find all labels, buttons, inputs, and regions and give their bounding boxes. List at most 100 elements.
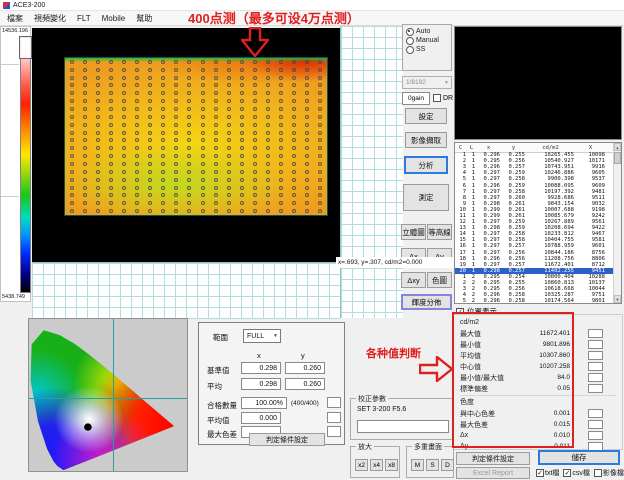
cie-chromaticity-panel[interactable] [28,318,188,472]
colormap-button[interactable]: 色圖 [427,272,452,288]
measure-point [201,209,205,213]
measure-point [148,193,152,197]
stat-row: 最大色差0.015 [454,419,622,430]
measure-point [214,138,218,142]
measure-point [305,178,309,182]
image-capture-button[interactable]: 影像擷取 [405,132,447,148]
average-x-field[interactable]: 0.298 [241,378,281,390]
multi-D-button[interactable]: D [441,459,454,471]
cie-crosshair-vertical [113,319,114,471]
stat-label: Δx [460,432,522,439]
color-scale-handle[interactable] [19,36,32,59]
measure-point [161,107,165,111]
table-cell: 10743.951 [527,164,576,170]
average-y-field[interactable]: 0.260 [285,378,325,390]
measure-point [161,162,165,166]
stat-indicator-box [588,373,603,382]
stat-row: 最小值/最大值84.0 [454,372,622,383]
measure-point [122,123,126,127]
measure-point [174,83,178,87]
table-cell: 0.258 [502,231,527,237]
measure-point [161,146,165,150]
file-check-csv檔[interactable]: ✓csv檔 [563,468,590,478]
zoom-x4-button[interactable]: x4 [370,459,383,471]
zoom-x2-button[interactable]: x2 [355,459,368,471]
stereo-view-button[interactable]: 立體圖 [401,224,426,240]
shutter-select[interactable]: 1/8192 ▼ [402,76,452,89]
table-scrollbar[interactable]: ▲ ▼ [613,143,621,303]
measure-button[interactable]: 測定 [403,184,449,211]
menu-item[interactable]: Mobile [102,14,126,23]
multi-S-button[interactable]: S [426,459,439,471]
dr-checkbox[interactable]: DR [433,94,453,102]
cursor-status: x=.693, y=.307, cd/m2=0.000 [336,257,454,268]
measure-point [96,60,100,64]
measure-point [83,186,87,190]
measure-point [253,123,257,127]
save-button[interactable]: 儲存 [538,450,620,465]
reference-x-field[interactable]: 0.298 [241,362,281,374]
range-select[interactable]: FULL ▼ [243,329,281,343]
scroll-up-icon[interactable]: ▲ [614,143,621,151]
delta-xy-button[interactable]: Δxy [401,272,426,288]
zoom-x8-button[interactable]: x8 [385,459,398,471]
mode-radio-manual[interactable]: Manual [406,36,451,45]
table-cell: 0.297 [477,243,502,249]
measure-point [135,83,139,87]
table-row[interactable]: 520.2960.25810174.5649801 [455,298,613,303]
table-cell: 10800.404 [527,274,576,280]
measure-point [214,154,218,158]
measure-point [318,209,322,213]
mode-radio-auto[interactable]: Auto [406,27,451,36]
reference-y-field[interactable]: 0.260 [285,362,325,374]
table-header-cell: L [468,145,477,151]
excel-report-button[interactable]: Excel Report [456,467,530,479]
measure-point [96,154,100,158]
file-check-label: 影像檔 [603,468,624,478]
mode-radio-ss[interactable]: SS [406,45,451,54]
measure-point [318,201,322,205]
measure-point [96,76,100,80]
luminance-distribution-button[interactable]: 輝度分佈 [401,294,452,310]
measure-point [174,107,178,111]
measure-point [292,162,296,166]
settings-button[interactable]: 設定 [405,108,447,124]
menu-item[interactable]: FLT [77,14,91,23]
stat-indicator-box [588,431,603,440]
luminance-heatmap[interactable] [65,58,327,215]
menu-item[interactable]: 檔案 [7,13,23,24]
table-cell: 9032 [576,201,607,207]
judge-condition-button[interactable]: 判定條件設定 [456,452,530,465]
capture-mode-group: AutoManualSS [402,24,452,71]
table-cell: 10007.688 [527,207,576,213]
measure-point [305,99,309,103]
measure-point [70,146,74,150]
scroll-thumb[interactable] [614,152,621,164]
menu-item[interactable]: 幫助 [136,13,152,24]
table-cell: 10 [455,207,468,213]
file-check-txt檔[interactable]: ✓txt檔 [536,468,559,478]
gain-field[interactable]: 0gain [402,92,430,105]
measure-point [122,193,126,197]
contour-button[interactable]: 等高線 [427,224,452,240]
range-panel: 範圍 FULL ▼ x y 基準值 0.298 0.260 平均 0.298 0… [198,322,345,445]
table-cell: 1 [468,250,477,256]
multi-M-button[interactable]: M [411,459,424,471]
color-scale-gradient[interactable] [20,37,31,293]
calibration-field[interactable] [357,420,449,433]
menu-item[interactable]: 視頻變化 [34,13,66,24]
measure-point [305,115,309,119]
measure-point [83,178,87,182]
app-icon [3,2,10,9]
judge-condition-button-middle[interactable]: 判定條件設定 [249,433,325,446]
scroll-down-icon[interactable]: ▼ [614,295,621,303]
table-cell: 4 [455,292,468,298]
measure-point [70,178,74,182]
camera-image-display[interactable] [32,28,340,262]
table-cell: 15 [455,237,468,243]
measure-point [109,201,113,205]
measure-point [305,162,309,166]
file-check-影像檔[interactable]: 影像檔 [594,468,624,478]
table-cell: 8712 [576,262,607,268]
analyze-button[interactable]: 分析 [404,156,448,174]
